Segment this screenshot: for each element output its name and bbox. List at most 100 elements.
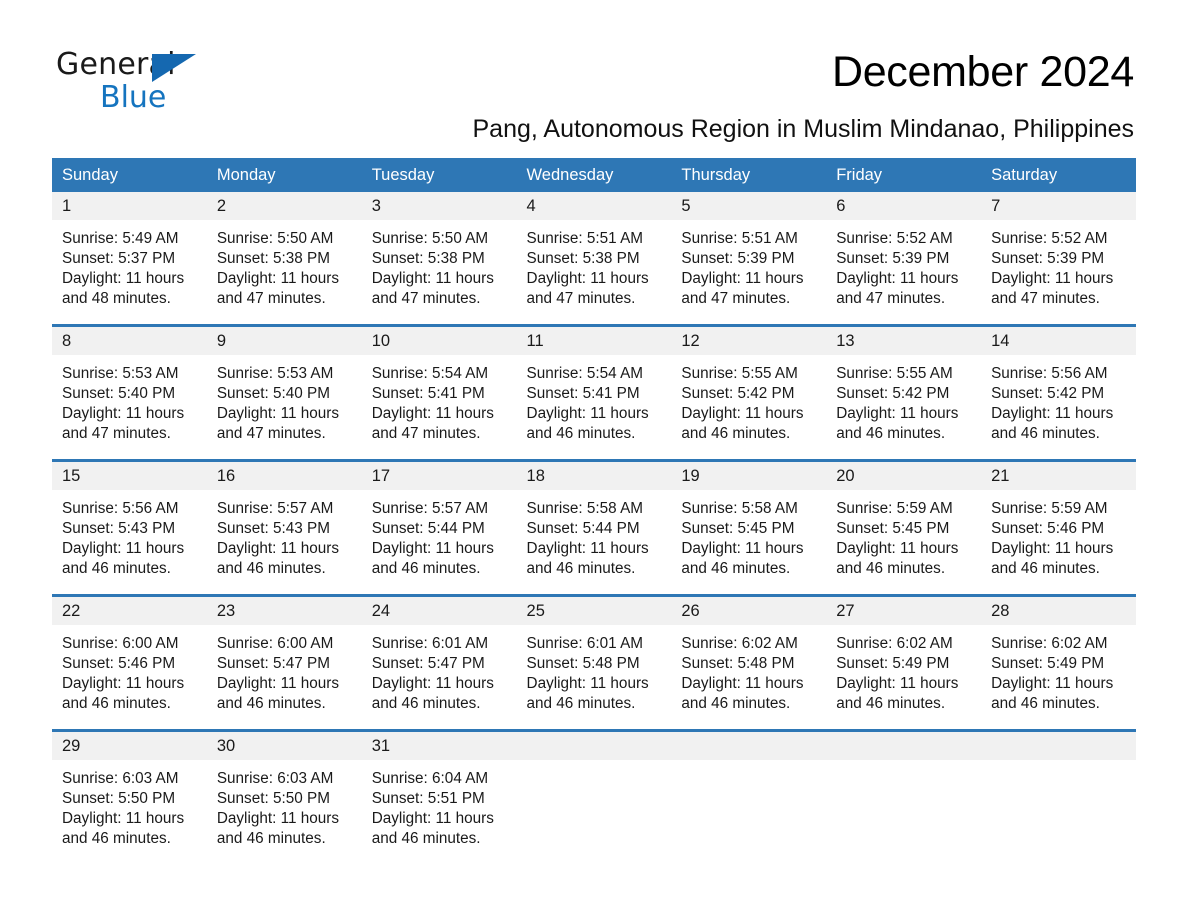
daylight-text-line2: and 46 minutes.: [681, 560, 791, 578]
daylight-text-line2: and 46 minutes.: [991, 425, 1100, 443]
sunrise-text: Sunrise: 5:54 AM: [526, 365, 644, 382]
page-subtitle: Pang, Autonomous Region in Muslim Mindan…: [472, 115, 1135, 143]
calendar-day-cell[interactable]: 10 Sunrise: 5:54 AM Sunset: 5:41 PM Dayl…: [361, 324, 517, 461]
day-number: 26: [671, 597, 827, 625]
calendar-day-cell[interactable]: 26 Sunrise: 6:02 AM Sunset: 5:48 PM Dayl…: [671, 594, 827, 731]
calendar-day-cell-empty: [516, 729, 672, 864]
calendar-day-cell[interactable]: 15 Sunrise: 5:56 AM Sunset: 5:43 PM Dayl…: [52, 459, 207, 596]
calendar-day-cell[interactable]: 12 Sunrise: 5:55 AM Sunset: 5:42 PM Dayl…: [671, 324, 827, 461]
daylight-text-line1: Daylight: 11 hours: [216, 270, 340, 288]
calendar-day-cell[interactable]: 29 Sunrise: 6:03 AM Sunset: 5:50 PM Dayl…: [52, 729, 207, 864]
calendar-day-cell[interactable]: 31 Sunrise: 6:04 AM Sunset: 5:51 PM Dayl…: [361, 729, 517, 864]
calendar-day-cell[interactable]: 9 Sunrise: 5:53 AM Sunset: 5:40 PM Dayli…: [206, 324, 362, 461]
daylight-text-line1: Daylight: 11 hours: [991, 540, 1114, 558]
sunrise-text: Sunrise: 6:01 AM: [526, 635, 644, 652]
daylight-text-line2: and 47 minutes.: [836, 290, 946, 308]
day-details: Sunrise: 5:56 AM Sunset: 5:43 PM Dayligh…: [52, 490, 207, 579]
calendar-day-cell[interactable]: 6 Sunrise: 5:52 AM Sunset: 5:39 PM Dayli…: [826, 192, 982, 326]
daylight-text-line2: and 47 minutes.: [216, 290, 326, 308]
day-number: 25: [516, 597, 672, 625]
calendar-day-cell[interactable]: 1 Sunrise: 5:49 AM Sunset: 5:37 PM Dayli…: [52, 192, 207, 326]
day-number: 1: [52, 192, 207, 220]
sunrise-text: Sunrise: 6:02 AM: [991, 635, 1108, 652]
sunrise-text: Sunrise: 5:49 AM: [62, 230, 179, 247]
sunset-text: Sunset: 5:50 PM: [216, 790, 330, 808]
daylight-text-line2: and 46 minutes.: [526, 695, 636, 713]
sunset-text: Sunset: 5:47 PM: [371, 655, 485, 673]
day-number: 6: [826, 192, 982, 220]
daylight-text-line1: Daylight: 11 hours: [62, 675, 185, 693]
daylight-text-line1: Daylight: 11 hours: [836, 270, 959, 288]
calendar-day-cell[interactable]: 16 Sunrise: 5:57 AM Sunset: 5:43 PM Dayl…: [206, 459, 362, 596]
calendar-day-cell[interactable]: 28 Sunrise: 6:02 AM Sunset: 5:49 PM Dayl…: [981, 594, 1136, 731]
daylight-text-line2: and 47 minutes.: [62, 425, 171, 443]
day-details: Sunrise: 5:58 AM Sunset: 5:45 PM Dayligh…: [671, 490, 826, 579]
day-number: 5: [671, 192, 827, 220]
calendar-day-cell[interactable]: 25 Sunrise: 6:01 AM Sunset: 5:48 PM Dayl…: [516, 594, 672, 731]
sunset-text: Sunset: 5:40 PM: [62, 385, 176, 403]
sunset-text: Sunset: 5:41 PM: [371, 385, 485, 403]
day-number: 22: [52, 597, 207, 625]
calendar-day-cell[interactable]: 4 Sunrise: 5:51 AM Sunset: 5:38 PM Dayli…: [516, 192, 672, 326]
sunset-text: Sunset: 5:43 PM: [62, 520, 176, 538]
sunrise-text: Sunrise: 5:50 AM: [216, 230, 334, 247]
calendar-day-cell[interactable]: 17 Sunrise: 5:57 AM Sunset: 5:44 PM Dayl…: [361, 459, 517, 596]
day-details: Sunrise: 6:03 AM Sunset: 5:50 PM Dayligh…: [52, 760, 207, 849]
calendar-page: General Blue December 2024 Pang, Autonom…: [0, 0, 1188, 918]
calendar-day-cell[interactable]: 5 Sunrise: 5:51 AM Sunset: 5:39 PM Dayli…: [671, 192, 827, 326]
sunrise-text: Sunrise: 5:53 AM: [216, 365, 334, 382]
sunset-text: Sunset: 5:48 PM: [681, 655, 795, 673]
daylight-text-line2: and 46 minutes.: [62, 695, 171, 713]
day-details: Sunrise: 5:50 AM Sunset: 5:38 PM Dayligh…: [207, 220, 362, 309]
day-number: 12: [671, 327, 827, 355]
calendar-day-cell[interactable]: 21 Sunrise: 5:59 AM Sunset: 5:46 PM Dayl…: [981, 459, 1136, 596]
day-number: 8: [52, 327, 207, 355]
daylight-text-line2: and 46 minutes.: [526, 560, 636, 578]
calendar-day-cell[interactable]: 7 Sunrise: 5:52 AM Sunset: 5:39 PM Dayli…: [981, 192, 1136, 326]
sunrise-text: Sunrise: 5:57 AM: [371, 500, 489, 517]
daylight-text-line1: Daylight: 11 hours: [371, 675, 494, 693]
calendar-week-row: 22 Sunrise: 6:00 AM Sunset: 5:46 PM Dayl…: [52, 594, 1136, 731]
sunset-text: Sunset: 5:41 PM: [526, 385, 640, 403]
calendar-day-cell[interactable]: 22 Sunrise: 6:00 AM Sunset: 5:46 PM Dayl…: [52, 594, 207, 731]
calendar-day-cell[interactable]: 18 Sunrise: 5:58 AM Sunset: 5:44 PM Dayl…: [516, 459, 672, 596]
sunset-text: Sunset: 5:51 PM: [371, 790, 485, 808]
sunset-text: Sunset: 5:40 PM: [216, 385, 330, 403]
weekday-header-thursday: Thursday: [671, 158, 827, 192]
sunrise-text: Sunrise: 6:03 AM: [62, 770, 179, 787]
calendar-day-cell[interactable]: 11 Sunrise: 5:54 AM Sunset: 5:41 PM Dayl…: [516, 324, 672, 461]
calendar-day-cell[interactable]: 27 Sunrise: 6:02 AM Sunset: 5:49 PM Dayl…: [826, 594, 982, 731]
daylight-text-line2: and 46 minutes.: [62, 830, 171, 848]
calendar-day-cell[interactable]: 24 Sunrise: 6:01 AM Sunset: 5:47 PM Dayl…: [361, 594, 517, 731]
day-details: Sunrise: 5:54 AM Sunset: 5:41 PM Dayligh…: [362, 355, 517, 444]
daylight-text-line1: Daylight: 11 hours: [62, 270, 185, 288]
day-number: [671, 732, 827, 760]
daylight-text-line2: and 46 minutes.: [62, 560, 171, 578]
calendar-day-cell[interactable]: 20 Sunrise: 5:59 AM Sunset: 5:45 PM Dayl…: [826, 459, 982, 596]
calendar-day-cell[interactable]: 13 Sunrise: 5:55 AM Sunset: 5:42 PM Dayl…: [826, 324, 982, 461]
day-details: Sunrise: 5:58 AM Sunset: 5:44 PM Dayligh…: [517, 490, 672, 579]
day-number: 3: [361, 192, 517, 220]
day-number: 20: [826, 462, 982, 490]
sunset-text: Sunset: 5:37 PM: [62, 250, 176, 268]
daylight-text-line1: Daylight: 11 hours: [526, 405, 649, 423]
sunrise-text: Sunrise: 5:53 AM: [62, 365, 179, 382]
daylight-text-line2: and 46 minutes.: [216, 560, 326, 578]
sunset-text: Sunset: 5:50 PM: [62, 790, 176, 808]
calendar-day-cell[interactable]: 19 Sunrise: 5:58 AM Sunset: 5:45 PM Dayl…: [671, 459, 827, 596]
sunset-text: Sunset: 5:39 PM: [836, 250, 950, 268]
weekday-header-tuesday: Tuesday: [361, 158, 517, 192]
calendar-day-cell[interactable]: 8 Sunrise: 5:53 AM Sunset: 5:40 PM Dayli…: [52, 324, 207, 461]
calendar-container: Sunday Monday Tuesday Wednesday Thursday…: [52, 158, 1136, 864]
daylight-text-line1: Daylight: 11 hours: [371, 540, 494, 558]
day-details: Sunrise: 5:53 AM Sunset: 5:40 PM Dayligh…: [207, 355, 362, 444]
weekday-header-saturday: Saturday: [981, 158, 1136, 192]
day-number: 24: [361, 597, 517, 625]
calendar-day-cell[interactable]: 14 Sunrise: 5:56 AM Sunset: 5:42 PM Dayl…: [981, 324, 1136, 461]
sunrise-text: Sunrise: 5:52 AM: [991, 230, 1108, 247]
sunset-text: Sunset: 5:45 PM: [681, 520, 795, 538]
calendar-day-cell[interactable]: 23 Sunrise: 6:00 AM Sunset: 5:47 PM Dayl…: [206, 594, 362, 731]
calendar-day-cell[interactable]: 2 Sunrise: 5:50 AM Sunset: 5:38 PM Dayli…: [206, 192, 362, 326]
calendar-day-cell[interactable]: 3 Sunrise: 5:50 AM Sunset: 5:38 PM Dayli…: [361, 192, 517, 326]
calendar-day-cell[interactable]: 30 Sunrise: 6:03 AM Sunset: 5:50 PM Dayl…: [206, 729, 362, 864]
